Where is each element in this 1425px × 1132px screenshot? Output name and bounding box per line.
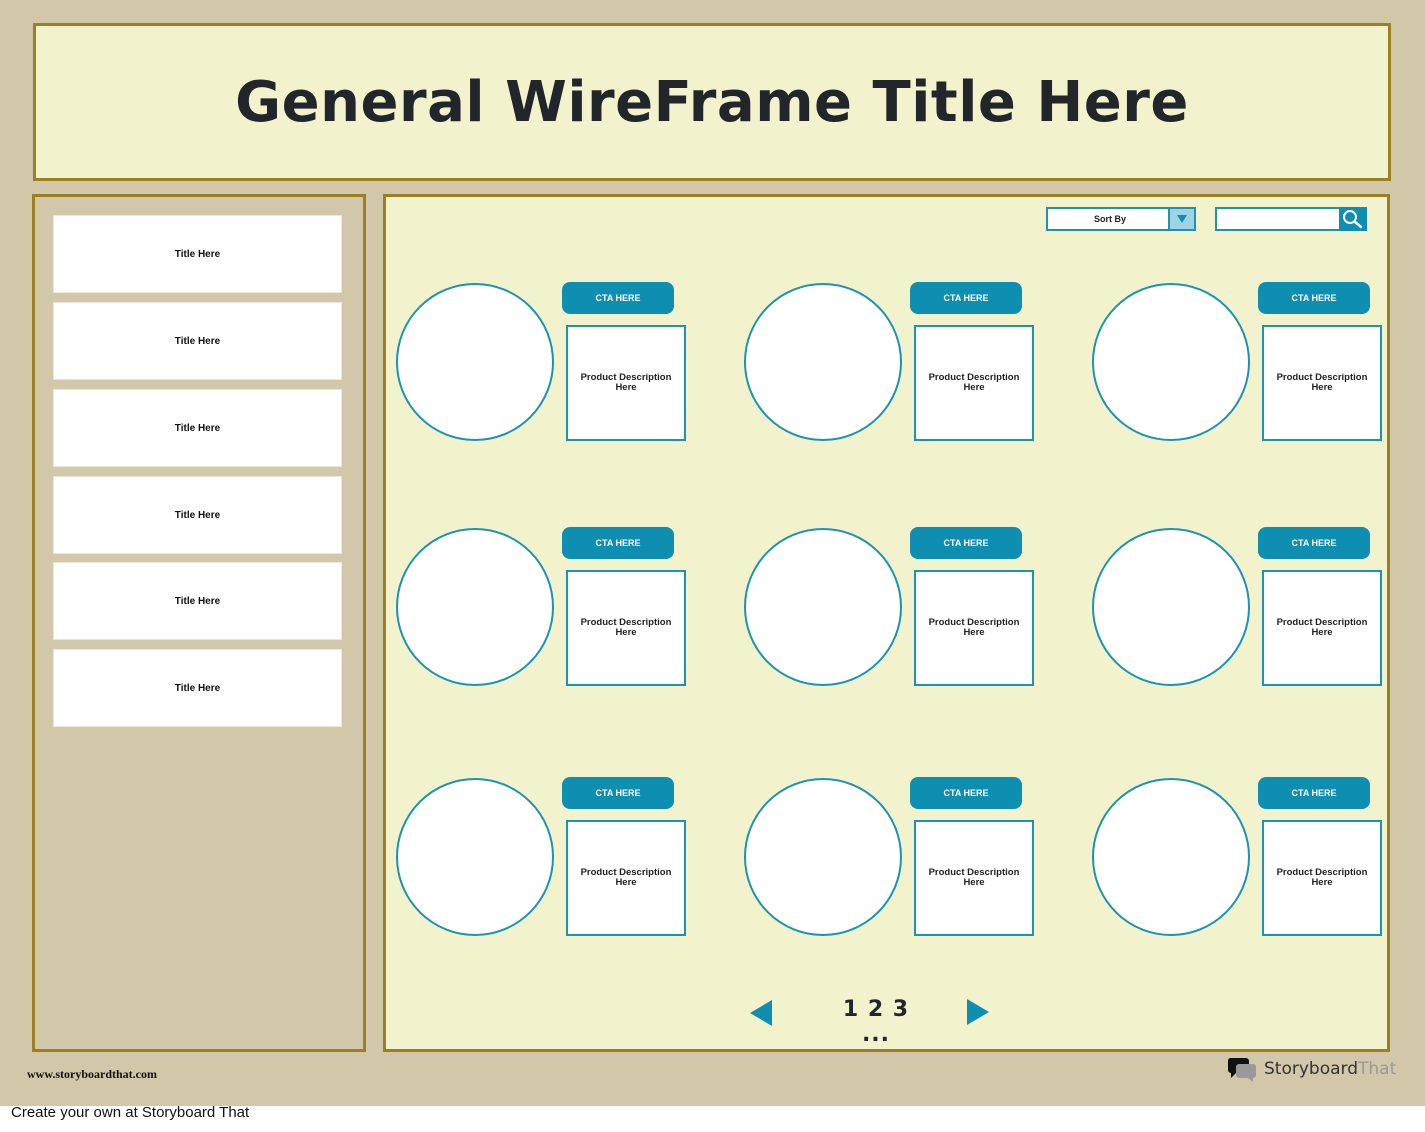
sidebar-item-label: Title Here — [174, 509, 221, 521]
product-card: CTA HERE Product Description Here — [744, 527, 1034, 688]
cta-button[interactable]: CTA HERE — [910, 282, 1022, 314]
product-image-placeholder — [396, 778, 554, 936]
product-description: Product Description Here — [1262, 570, 1382, 686]
cta-button[interactable]: CTA HERE — [1258, 777, 1370, 809]
product-card: CTA HERE Product Description Here — [744, 777, 1034, 938]
sort-dropdown[interactable]: Sort By — [1046, 207, 1196, 231]
product-description: Product Description Here — [914, 325, 1034, 441]
product-image-placeholder — [396, 283, 554, 441]
product-description: Product Description Here — [914, 570, 1034, 686]
product-description: Product Description Here — [914, 820, 1034, 936]
product-card: CTA HERE Product Description Here — [744, 282, 1034, 443]
cta-button[interactable]: CTA HERE — [562, 282, 674, 314]
sidebar-item[interactable]: Title Here — [54, 477, 341, 553]
product-grid-panel: Sort By CTA HERE Product Description Her… — [383, 194, 1390, 1052]
arrow-left-icon[interactable] — [750, 1000, 772, 1026]
search-icon — [1343, 210, 1363, 229]
product-description: Product Description Here — [1262, 820, 1382, 936]
speech-bubbles-icon — [1228, 1058, 1256, 1082]
product-card: CTA HERE Product Description Here — [1092, 282, 1382, 443]
product-image-placeholder — [396, 528, 554, 686]
product-card: CTA HERE Product Description Here — [396, 527, 686, 688]
product-image-placeholder — [1092, 528, 1250, 686]
sidebar-item-label: Title Here — [174, 682, 221, 694]
brand-name: StoryboardThat — [1264, 1059, 1396, 1079]
header-banner: General WireFrame Title Here — [33, 23, 1391, 181]
wireframe-canvas: General WireFrame Title Here Title Here … — [0, 0, 1425, 1106]
cta-button[interactable]: CTA HERE — [562, 777, 674, 809]
product-card: CTA HERE Product Description Here — [396, 777, 686, 938]
chevron-down-icon — [1177, 215, 1187, 223]
product-image-placeholder — [744, 528, 902, 686]
sort-dropdown-toggle[interactable] — [1168, 209, 1194, 229]
page-numbers[interactable]: 1 2 3 ... — [826, 997, 926, 1047]
page-title: General WireFrame Title Here — [235, 69, 1189, 135]
create-your-own-link[interactable]: Create your own at Storyboard That — [11, 1104, 249, 1121]
search-button[interactable] — [1339, 207, 1367, 231]
sidebar-item-label: Title Here — [174, 335, 221, 347]
sidebar-item[interactable]: Title Here — [54, 390, 341, 466]
sort-label: Sort By — [1093, 214, 1126, 224]
cta-button[interactable]: CTA HERE — [562, 527, 674, 559]
brand-primary: Storyboard — [1264, 1059, 1358, 1079]
search-input[interactable] — [1217, 209, 1339, 229]
product-description: Product Description Here — [566, 820, 686, 936]
cta-button[interactable]: CTA HERE — [910, 777, 1022, 809]
sidebar-item-label: Title Here — [174, 422, 221, 434]
product-image-placeholder — [744, 778, 902, 936]
sidebar-item[interactable]: Title Here — [54, 650, 341, 726]
sidebar-item[interactable]: Title Here — [54, 303, 341, 379]
product-image-placeholder — [744, 283, 902, 441]
sidebar-item[interactable]: Title Here — [54, 563, 341, 639]
product-image-placeholder — [1092, 283, 1250, 441]
cta-button[interactable]: CTA HERE — [910, 527, 1022, 559]
sidebar: Title Here Title Here Title Here Title H… — [32, 194, 366, 1052]
arrow-right-icon[interactable] — [967, 999, 989, 1025]
cta-button[interactable]: CTA HERE — [1258, 527, 1370, 559]
product-image-placeholder — [1092, 778, 1250, 936]
sidebar-item-label: Title Here — [174, 248, 221, 260]
search-box — [1215, 207, 1367, 231]
pagination: 1 2 3 ... — [386, 997, 1387, 1047]
website-url[interactable]: www.storyboardthat.com — [27, 1067, 157, 1082]
product-card: CTA HERE Product Description Here — [1092, 527, 1382, 688]
product-description: Product Description Here — [566, 325, 686, 441]
product-card: CTA HERE Product Description Here — [396, 282, 686, 443]
brand-secondary: That — [1358, 1059, 1397, 1079]
brand-logo: StoryboardThat — [1228, 1056, 1396, 1082]
sidebar-item-label: Title Here — [174, 595, 221, 607]
product-description: Product Description Here — [1262, 325, 1382, 441]
product-card: CTA HERE Product Description Here — [1092, 777, 1382, 938]
sidebar-item[interactable]: Title Here — [54, 216, 341, 292]
cta-button[interactable]: CTA HERE — [1258, 282, 1370, 314]
product-description: Product Description Here — [566, 570, 686, 686]
